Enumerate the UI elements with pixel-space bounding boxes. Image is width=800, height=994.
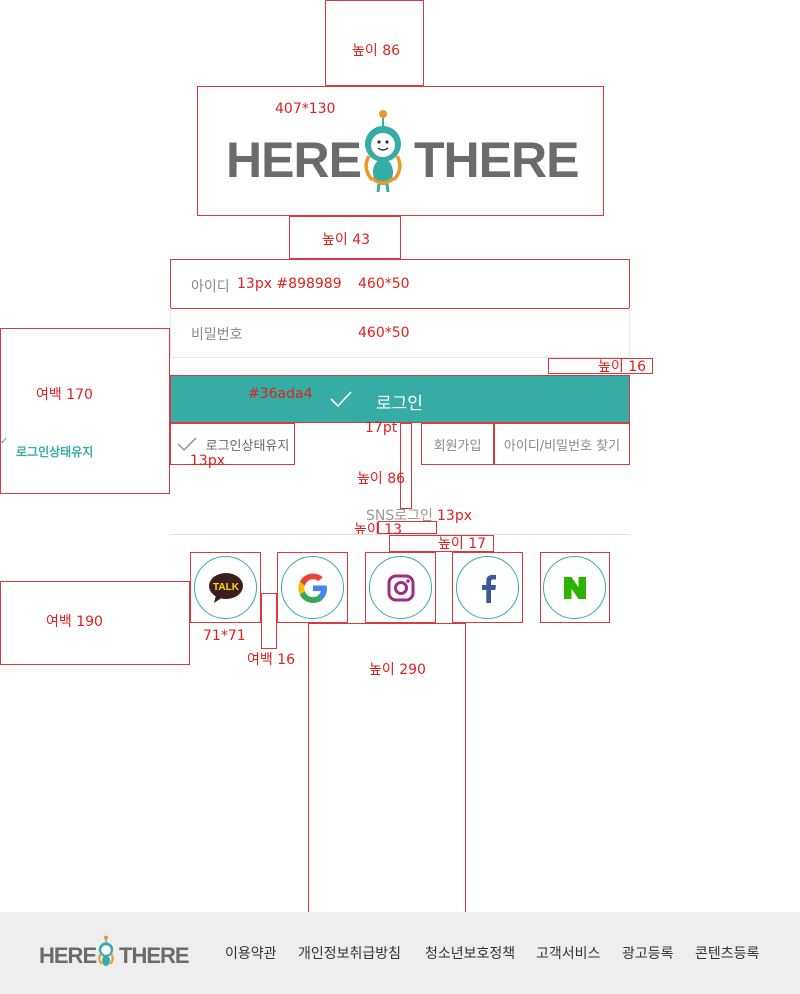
annotation-margin-170: 여백 170 [36, 387, 93, 403]
footer-link-ads[interactable]: 광고등록 [622, 943, 674, 963]
facebook-login-button[interactable] [456, 556, 519, 619]
google-login-button[interactable] [281, 556, 344, 619]
naver-icon [563, 576, 586, 599]
margin-170-box [0, 328, 170, 494]
check-icon [330, 391, 352, 408]
instagram-login-button[interactable] [369, 556, 432, 619]
annotation-font-13px-left: 13px [190, 453, 225, 469]
kakao-login-button[interactable]: TALK [194, 556, 257, 619]
annotation-icon-size: 71*71 [203, 628, 246, 644]
spacer-86-box [400, 423, 412, 509]
signup-button[interactable]: 회원가입 [421, 423, 494, 465]
annotation-gap-height: 높이 43 [322, 232, 371, 248]
annotation-height-16: 높이 16 [598, 359, 647, 375]
password-field-label: 비밀번호 [191, 327, 243, 343]
footer-mascot-icon [98, 935, 114, 966]
annotation-color: #36ada4 [248, 386, 313, 402]
signup-label: 회원가입 [433, 438, 482, 454]
find-account-button[interactable]: 아이디/비밀번호 찾기 [494, 423, 630, 465]
annotation-sns-font: 13px [437, 508, 472, 524]
annotation-height-86: 높이 86 [357, 471, 406, 487]
annotation-margin-16: 여백 16 [247, 652, 296, 668]
annotation-pw-size: 460*50 [358, 325, 410, 341]
kakao-talk-icon: TALK [208, 572, 243, 603]
keep-login-side-label: 로그인상태유지 [16, 445, 94, 459]
logo-text-there: THERE [414, 132, 579, 188]
keep-login-label: 로그인상태유지 [205, 438, 290, 454]
kakao-text: TALK [213, 582, 240, 593]
id-field-label: 아이디 [191, 279, 230, 295]
annotation-height-17: 높이 17 [438, 536, 487, 552]
annotation-id-size: 460*50 [358, 276, 410, 292]
find-account-label: 아이디/비밀번호 찾기 [503, 438, 621, 454]
instagram-icon [387, 574, 414, 601]
footer-link-content[interactable]: 콘텐츠등록 [695, 943, 759, 963]
footer-link-customer-service[interactable]: 고객서비스 [536, 943, 600, 963]
spacer-margin-16-box [261, 593, 277, 649]
keep-login-toggle[interactable]: 로그인상태유지 [170, 423, 295, 465]
naver-login-button[interactable] [543, 556, 606, 619]
mascot-icon [364, 110, 402, 192]
keep-login-check-icon [177, 437, 197, 451]
logo-text-here: HERE [226, 132, 362, 188]
footer: HERE THERE 이용약관 개인정보취급방침 청소년보호정책 고객서비스 광… [0, 912, 800, 994]
annotation-margin-190: 여백 190 [46, 614, 103, 630]
footer-link-privacy[interactable]: 개인정보취급방침 [298, 943, 401, 963]
login-button-label: 로그인 [376, 394, 423, 414]
google-icon [297, 573, 327, 603]
annotation-font-17pt: 17pt [365, 420, 398, 436]
footer-logo[interactable]: HERE THERE [38, 935, 190, 970]
footer-logo-there: THERE [119, 943, 190, 968]
annotation-height-290: 높이 290 [369, 662, 426, 678]
footer-link-youth[interactable]: 청소년보호정책 [425, 943, 515, 963]
annotation-top-height: 높이 86 [352, 43, 401, 59]
annotation-logo-size: 407*130 [275, 101, 336, 117]
facebook-icon [481, 574, 496, 603]
login-button[interactable]: 로그인 [170, 375, 630, 423]
annotation-input-note: 13px #898989 [237, 276, 342, 292]
keep-login-side-check-icon: ✓ [0, 436, 9, 447]
footer-link-terms[interactable]: 이용약관 [225, 943, 277, 963]
footer-logo-here: HERE [39, 943, 97, 968]
